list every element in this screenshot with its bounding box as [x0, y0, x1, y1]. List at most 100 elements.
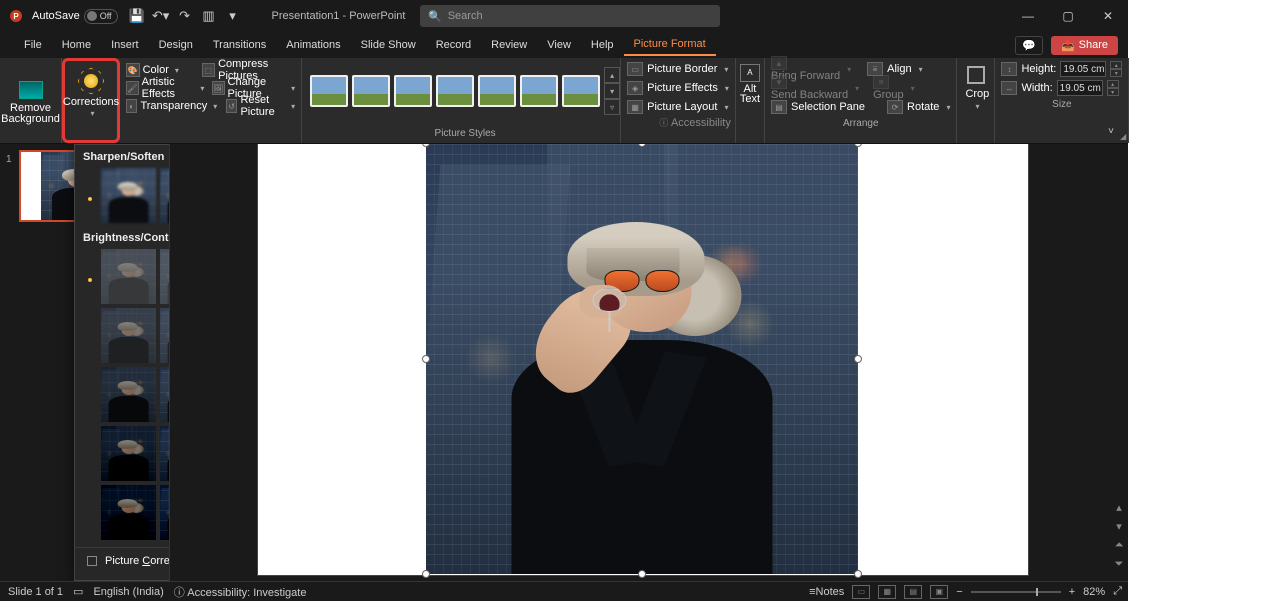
tab-design[interactable]: Design	[149, 35, 203, 55]
correction-preset-thumb[interactable]	[101, 249, 156, 304]
height-input[interactable]	[1060, 61, 1106, 77]
scroll-up-icon[interactable]: ▴	[1116, 501, 1122, 514]
spin-down[interactable]: ▾	[1107, 88, 1119, 96]
correction-preset-thumb[interactable]	[101, 308, 156, 363]
tab-help[interactable]: Help	[581, 35, 624, 55]
scroll-down-icon[interactable]: ▾	[1116, 520, 1122, 533]
alt-text-button[interactable]: AAlt Text	[736, 58, 765, 143]
spin-up[interactable]: ▴	[1110, 61, 1122, 69]
accessibility-button[interactable]: ⓘ Accessibility	[659, 116, 730, 129]
style-thumb[interactable]	[520, 75, 558, 107]
tab-record[interactable]: Record	[426, 35, 481, 55]
transparency-button[interactable]: ◐Transparency ↺Reset Picture	[126, 98, 295, 114]
style-thumb[interactable]	[352, 75, 390, 107]
remove-background-button[interactable]: Remove Background	[0, 58, 62, 143]
tab-picture-format[interactable]: Picture Format	[624, 34, 716, 56]
resize-handle[interactable]	[422, 570, 430, 578]
correction-preset-thumb[interactable]	[101, 485, 156, 540]
search-placeholder: Search	[448, 10, 483, 22]
fit-to-window-button[interactable]: ⤢	[1113, 585, 1122, 598]
color-icon: 🎨	[126, 63, 140, 77]
spin-up[interactable]: ▴	[1107, 80, 1119, 88]
undo-icon[interactable]: ↶▾	[152, 8, 170, 24]
tab-slideshow[interactable]: Slide Show	[351, 35, 426, 55]
correction-preset-thumb[interactable]	[160, 426, 170, 481]
save-icon[interactable]: 💾	[128, 8, 146, 24]
tab-review[interactable]: Review	[481, 35, 537, 55]
ribbon-collapse-button[interactable]: ˅	[1102, 126, 1120, 137]
tab-home[interactable]: Home	[52, 35, 101, 55]
minimize-button[interactable]: —	[1008, 0, 1048, 32]
border-icon: ▭	[627, 62, 643, 76]
zoom-slider[interactable]	[971, 591, 1061, 593]
resize-handle[interactable]	[422, 355, 430, 363]
next-slide-icon[interactable]: ⏷	[1115, 558, 1124, 571]
picture-styles-gallery[interactable]: ▴▾▿	[310, 62, 620, 120]
search-box[interactable]: 🔍 Search	[420, 5, 720, 27]
reading-view-button[interactable]: ▤	[904, 585, 922, 599]
resize-handle[interactable]	[854, 355, 862, 363]
zoom-out-button[interactable]: −	[956, 586, 962, 598]
title-bar: P AutoSave Off 💾 ↶▾ ↷ ▥ ▾ Presentation1 …	[0, 0, 1128, 32]
zoom-in-button[interactable]: +	[1069, 586, 1075, 598]
rotate-icon: ⟳	[887, 100, 903, 114]
correction-preset-thumb[interactable]	[160, 249, 170, 304]
maximize-button[interactable]: ▢	[1048, 0, 1088, 32]
photo-selected[interactable]	[426, 144, 858, 574]
slideshow-view-button[interactable]: ▣	[930, 585, 948, 599]
resize-handle[interactable]	[854, 570, 862, 578]
accessibility-status[interactable]: ⓘ Accessibility: Investigate	[174, 584, 307, 600]
style-thumb[interactable]	[562, 75, 600, 107]
style-thumb[interactable]	[478, 75, 516, 107]
styles-more[interactable]: ▿	[604, 99, 620, 115]
tab-transitions[interactable]: Transitions	[203, 35, 276, 55]
slide-thumbnails-panel: 1 Sharpen/Soften Brightness/Contrast Pic…	[0, 144, 170, 581]
styles-up[interactable]: ▴	[604, 67, 620, 83]
slideshow-start-icon[interactable]: ▥	[200, 8, 218, 24]
style-thumb[interactable]	[436, 75, 474, 107]
size-launcher[interactable]: ◢	[1120, 132, 1126, 141]
close-button[interactable]: ✕	[1088, 0, 1128, 32]
correction-preset-thumb[interactable]	[160, 168, 170, 223]
picture-border-button[interactable]: ▭Picture Border	[627, 61, 729, 77]
styles-down[interactable]: ▾	[604, 83, 620, 99]
spellcheck-icon[interactable]: ▭	[73, 585, 83, 598]
autosave-toggle[interactable]: AutoSave Off	[32, 9, 118, 24]
normal-view-button[interactable]: ▭	[852, 585, 870, 599]
correction-preset-thumb[interactable]	[101, 168, 156, 223]
prev-slide-icon[interactable]: ⏶	[1115, 539, 1124, 552]
language-status[interactable]: English (India)	[93, 586, 163, 598]
tab-file[interactable]: File	[14, 35, 52, 55]
resize-handle[interactable]	[638, 570, 646, 578]
zoom-value[interactable]: 82%	[1083, 586, 1105, 598]
crop-button[interactable]: Crop	[957, 58, 995, 143]
comments-button[interactable]: 💬	[1015, 36, 1043, 55]
width-input[interactable]	[1057, 80, 1103, 96]
style-thumb[interactable]	[310, 75, 348, 107]
notes-button[interactable]: ≡Notes	[809, 586, 844, 598]
style-thumb[interactable]	[394, 75, 432, 107]
gallery-section-sharpen: Sharpen/Soften	[75, 145, 170, 165]
slide-counter[interactable]: Slide 1 of 1	[8, 586, 63, 598]
correction-preset-thumb[interactable]	[160, 367, 170, 422]
correction-preset-thumb[interactable]	[160, 308, 170, 363]
share-button[interactable]: 📤 Share	[1051, 36, 1118, 55]
correction-preset-thumb[interactable]	[101, 367, 156, 422]
picture-corrections-options[interactable]: Picture Corrections Options...	[75, 547, 170, 574]
tab-animations[interactable]: Animations	[276, 35, 350, 55]
picture-layout-button[interactable]: ▦Picture Layout	[627, 99, 729, 115]
compress-icon: ⬚	[202, 63, 216, 77]
correction-preset-thumb[interactable]	[101, 426, 156, 481]
tab-view[interactable]: View	[537, 35, 581, 55]
sorter-view-button[interactable]: ▦	[878, 585, 896, 599]
picture-effects-button[interactable]: ◈Picture Effects	[627, 80, 729, 96]
slide-canvas[interactable]: ▴ ▾ ⏶ ⏷	[170, 144, 1128, 581]
spin-down[interactable]: ▾	[1110, 69, 1122, 77]
corrections-button-highlighted[interactable]: Corrections	[62, 58, 120, 143]
tab-insert[interactable]: Insert	[101, 35, 149, 55]
qat-more-icon[interactable]: ▾	[224, 8, 242, 24]
resize-handle[interactable]	[854, 144, 862, 147]
redo-icon[interactable]: ↷	[176, 8, 194, 24]
send-backward-button[interactable]: ▼Send Backward	[771, 75, 848, 101]
correction-preset-thumb[interactable]	[160, 485, 170, 540]
